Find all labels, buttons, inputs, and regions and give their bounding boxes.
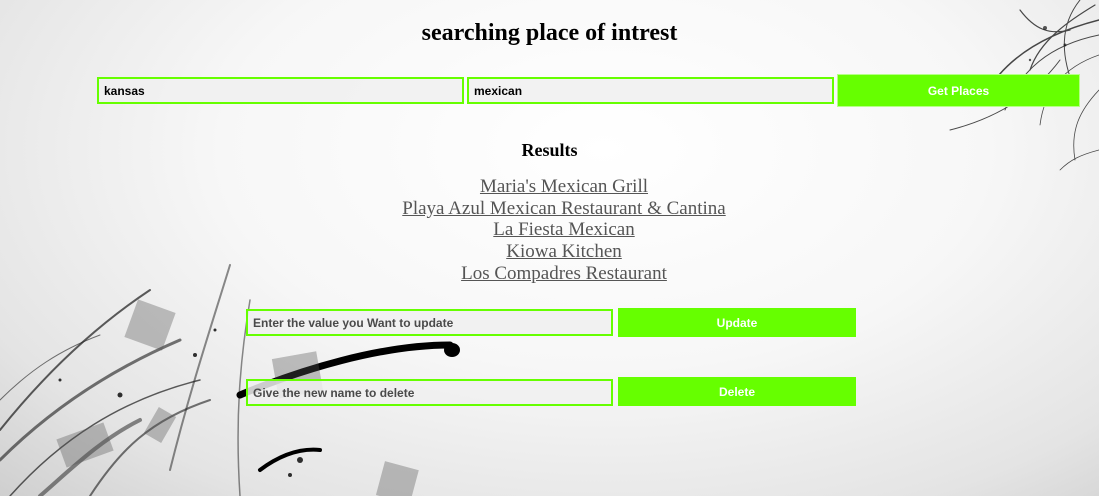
list-item: Kiowa Kitchen: [0, 241, 1099, 263]
page-title: searching place of intrest: [421, 20, 678, 46]
results-heading: Results: [521, 140, 578, 160]
result-link[interactable]: La Fiesta Mexican: [493, 219, 634, 240]
cuisine-input[interactable]: [467, 77, 834, 104]
list-item: Playa Azul Mexican Restaurant & Cantina: [0, 198, 1099, 220]
result-link[interactable]: Maria's Mexican Grill: [480, 176, 648, 197]
list-item: La Fiesta Mexican: [0, 219, 1099, 241]
list-item: Maria's Mexican Grill: [0, 176, 1099, 198]
result-link[interactable]: Kiowa Kitchen: [506, 241, 622, 262]
delete-input[interactable]: [246, 379, 613, 406]
list-item: Los Compadres Restaurant: [0, 263, 1099, 285]
location-input[interactable]: [97, 77, 464, 104]
update-button[interactable]: Update: [618, 308, 856, 337]
result-link[interactable]: Los Compadres Restaurant: [461, 263, 667, 284]
delete-button[interactable]: Delete: [618, 377, 856, 406]
result-link[interactable]: Playa Azul Mexican Restaurant & Cantina: [402, 198, 725, 219]
results-list: Maria's Mexican Grill Playa Azul Mexican…: [0, 176, 1099, 285]
update-input[interactable]: [246, 309, 613, 336]
get-places-button[interactable]: Get Places: [838, 75, 1079, 106]
